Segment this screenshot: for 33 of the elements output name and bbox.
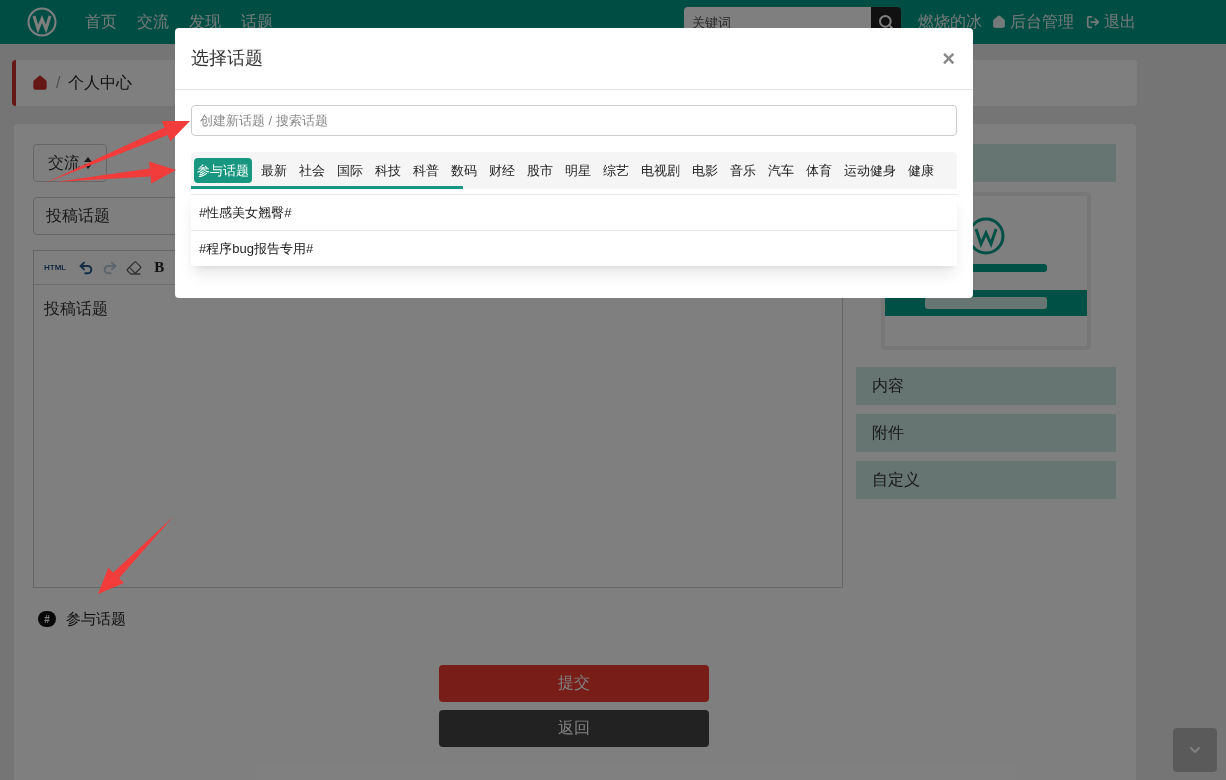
breadcrumb-current: 个人中心 bbox=[68, 73, 133, 93]
topic-tab[interactable]: 数码 bbox=[448, 157, 480, 184]
close-button[interactable]: × bbox=[942, 47, 955, 70]
panel-item[interactable]: 自定义 bbox=[856, 461, 1116, 499]
topic-tab[interactable]: 参与话题 bbox=[194, 157, 252, 184]
topic-search-field[interactable]: 创建新话题 / 搜索话题 bbox=[191, 105, 957, 136]
topic-tab[interactable]: 综艺 bbox=[600, 157, 632, 184]
topic-tab[interactable]: 健康 bbox=[905, 157, 937, 184]
topic-tab[interactable]: 科技 bbox=[372, 157, 404, 184]
bold-button[interactable]: B bbox=[150, 256, 169, 279]
topic-tab[interactable]: 音乐 bbox=[727, 157, 759, 184]
topic-tab[interactable]: 科普 bbox=[410, 157, 442, 184]
modal-title: 选择话题 bbox=[191, 47, 263, 70]
topic-tab[interactable]: 电视剧 bbox=[638, 157, 683, 184]
hash-badge: # bbox=[38, 611, 56, 628]
topic-tab[interactable]: 体育 bbox=[803, 157, 835, 184]
html-button[interactable]: HTML bbox=[40, 261, 71, 274]
topic-tab[interactable]: 运动健身 bbox=[841, 157, 899, 184]
topic-result[interactable]: #性感美女翘臀# bbox=[191, 194, 957, 230]
back-button[interactable]: 返回 bbox=[439, 709, 709, 747]
topic-tab[interactable]: 电影 bbox=[689, 157, 721, 184]
panel-item[interactable]: 附件 bbox=[856, 414, 1116, 452]
topic-tab[interactable]: 明星 bbox=[562, 157, 594, 184]
topic-link[interactable]: 参与话题 bbox=[66, 608, 126, 631]
topic-tab[interactable]: 最新 bbox=[258, 157, 290, 184]
topic-tab[interactable]: 财经 bbox=[486, 157, 518, 184]
breadcrumb-separator: / bbox=[56, 73, 61, 93]
topic-tab[interactable]: 股市 bbox=[524, 157, 556, 184]
topic-tab[interactable]: 社会 bbox=[296, 157, 328, 184]
topic-result[interactable]: #程序bug报告专用# bbox=[191, 230, 957, 266]
topic-tab[interactable]: 国际 bbox=[334, 157, 366, 184]
panel-item[interactable]: 内容 bbox=[856, 367, 1116, 405]
topic-tab[interactable]: 汽车 bbox=[765, 157, 797, 184]
